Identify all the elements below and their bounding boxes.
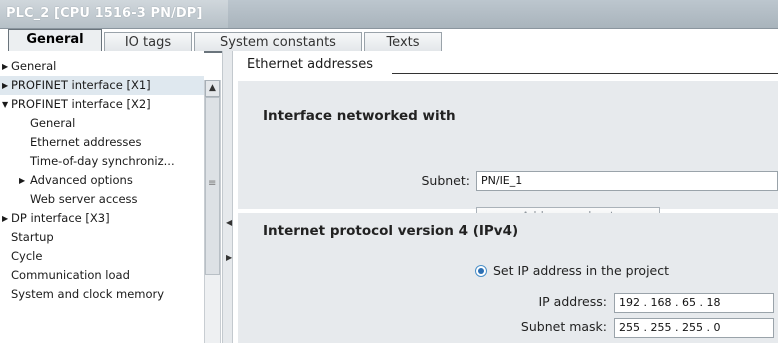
section-heading: Ethernet addresses <box>247 57 373 72</box>
nav-item-label: Cycle <box>11 249 43 263</box>
nav-item-system-clock-memory[interactable]: System and clock memory <box>0 285 204 304</box>
subnet-mask-label: Subnet mask: <box>520 319 607 334</box>
nav-item-label: Time-of-day synchroniz... <box>30 154 175 168</box>
navigation-tree: ▶ General ▶ PROFINET interface [X1] ▼ PR… <box>0 51 204 343</box>
title-bar: PLC_2 [CPU 1516-3 PN/DP] <box>0 0 778 29</box>
nav-item-label: General <box>11 59 57 73</box>
interface-panel: Interface networked with Subnet: PN/IE_1… <box>238 81 778 225</box>
ip-address-label: IP address: <box>538 294 607 309</box>
tree-scrollbar[interactable]: ▲ ≡ <box>204 80 221 343</box>
set-ip-radio[interactable] <box>475 265 487 277</box>
nav-item-x2-general[interactable]: General <box>0 114 204 133</box>
tab-system-constants[interactable]: System constants <box>194 32 362 51</box>
section-divider <box>392 73 778 74</box>
nav-item-dp-interface[interactable]: ▶ DP interface [X3] <box>0 209 204 228</box>
tab-bar: General IO tags System constants Texts <box>0 29 778 53</box>
nav-item-label: Startup <box>11 230 54 244</box>
title-box: PLC_2 [CPU 1516-3 PN/DP] <box>0 0 228 28</box>
ip-address-field[interactable]: 192 . 168 . 65 . 18 <box>614 293 774 313</box>
set-ip-radio-label: Set IP address in the project <box>493 263 670 278</box>
tab-general[interactable]: General <box>8 29 102 53</box>
expand-arrow-icon[interactable]: ▶ <box>2 57 8 76</box>
expand-arrow-icon[interactable]: ▶ <box>2 76 8 95</box>
tab-texts[interactable]: Texts <box>364 32 442 51</box>
nav-item-startup[interactable]: Startup <box>0 228 204 247</box>
expand-right-icon[interactable]: ▶ <box>226 253 232 262</box>
nav-item-profinet-x1[interactable]: ▶ PROFINET interface [X1] <box>0 76 204 95</box>
subnet-mask-field[interactable]: 255 . 255 . 255 . 0 <box>614 318 774 338</box>
nav-item-general[interactable]: ▶ General <box>0 57 204 76</box>
nav-item-cycle[interactable]: Cycle <box>0 247 204 266</box>
nav-item-label: PROFINET interface [X2] <box>11 97 151 111</box>
collapse-arrow-icon[interactable]: ▼ <box>2 95 8 114</box>
nav-item-label: Web server access <box>30 192 138 206</box>
collapse-left-icon[interactable]: ◀ <box>226 218 232 227</box>
properties-content: Ethernet addresses Interface networked w… <box>233 51 778 343</box>
nav-item-label: PROFINET interface [X1] <box>11 78 151 92</box>
grip-icon: ≡ <box>208 178 217 189</box>
subnet-field[interactable]: PN/IE_1 <box>476 171 778 191</box>
nav-item-communication-load[interactable]: Communication load <box>0 266 204 285</box>
nav-item-ethernet-addresses[interactable]: Ethernet addresses <box>0 133 204 152</box>
nav-item-label: Communication load <box>11 268 130 282</box>
nav-item-time-sync[interactable]: Time-of-day synchroniz... <box>0 152 204 171</box>
ipv4-panel-title: Internet protocol version 4 (IPv4) <box>263 223 519 239</box>
nav-item-profinet-x2[interactable]: ▼ PROFINET interface [X2] <box>0 95 204 114</box>
nav-item-advanced-options[interactable]: ▶ Advanced options <box>0 171 204 190</box>
nav-item-label: General <box>30 116 76 130</box>
interface-panel-title: Interface networked with <box>263 108 456 124</box>
nav-item-web-server-access[interactable]: Web server access <box>0 190 204 209</box>
expand-arrow-icon[interactable]: ▶ <box>19 171 25 190</box>
tab-io-tags[interactable]: IO tags <box>104 32 192 51</box>
nav-item-label: DP interface [X3] <box>11 211 110 225</box>
nav-item-label: Advanced options <box>30 173 133 187</box>
scrollbar-thumb[interactable]: ≡ <box>205 97 220 275</box>
nav-item-label: System and clock memory <box>11 287 165 301</box>
radio-selected-icon <box>478 268 484 274</box>
nav-item-label: Ethernet addresses <box>30 135 142 149</box>
window-title: PLC_2 [CPU 1516-3 PN/DP] <box>6 6 203 21</box>
scroll-up-icon[interactable]: ▲ <box>205 80 220 97</box>
ipv4-panel: Internet protocol version 4 (IPv4) Set I… <box>238 213 778 343</box>
expand-arrow-icon[interactable]: ▶ <box>2 209 8 228</box>
pane-splitter[interactable]: ◀ ▶ <box>222 51 233 343</box>
subnet-label: Subnet: <box>421 173 470 188</box>
